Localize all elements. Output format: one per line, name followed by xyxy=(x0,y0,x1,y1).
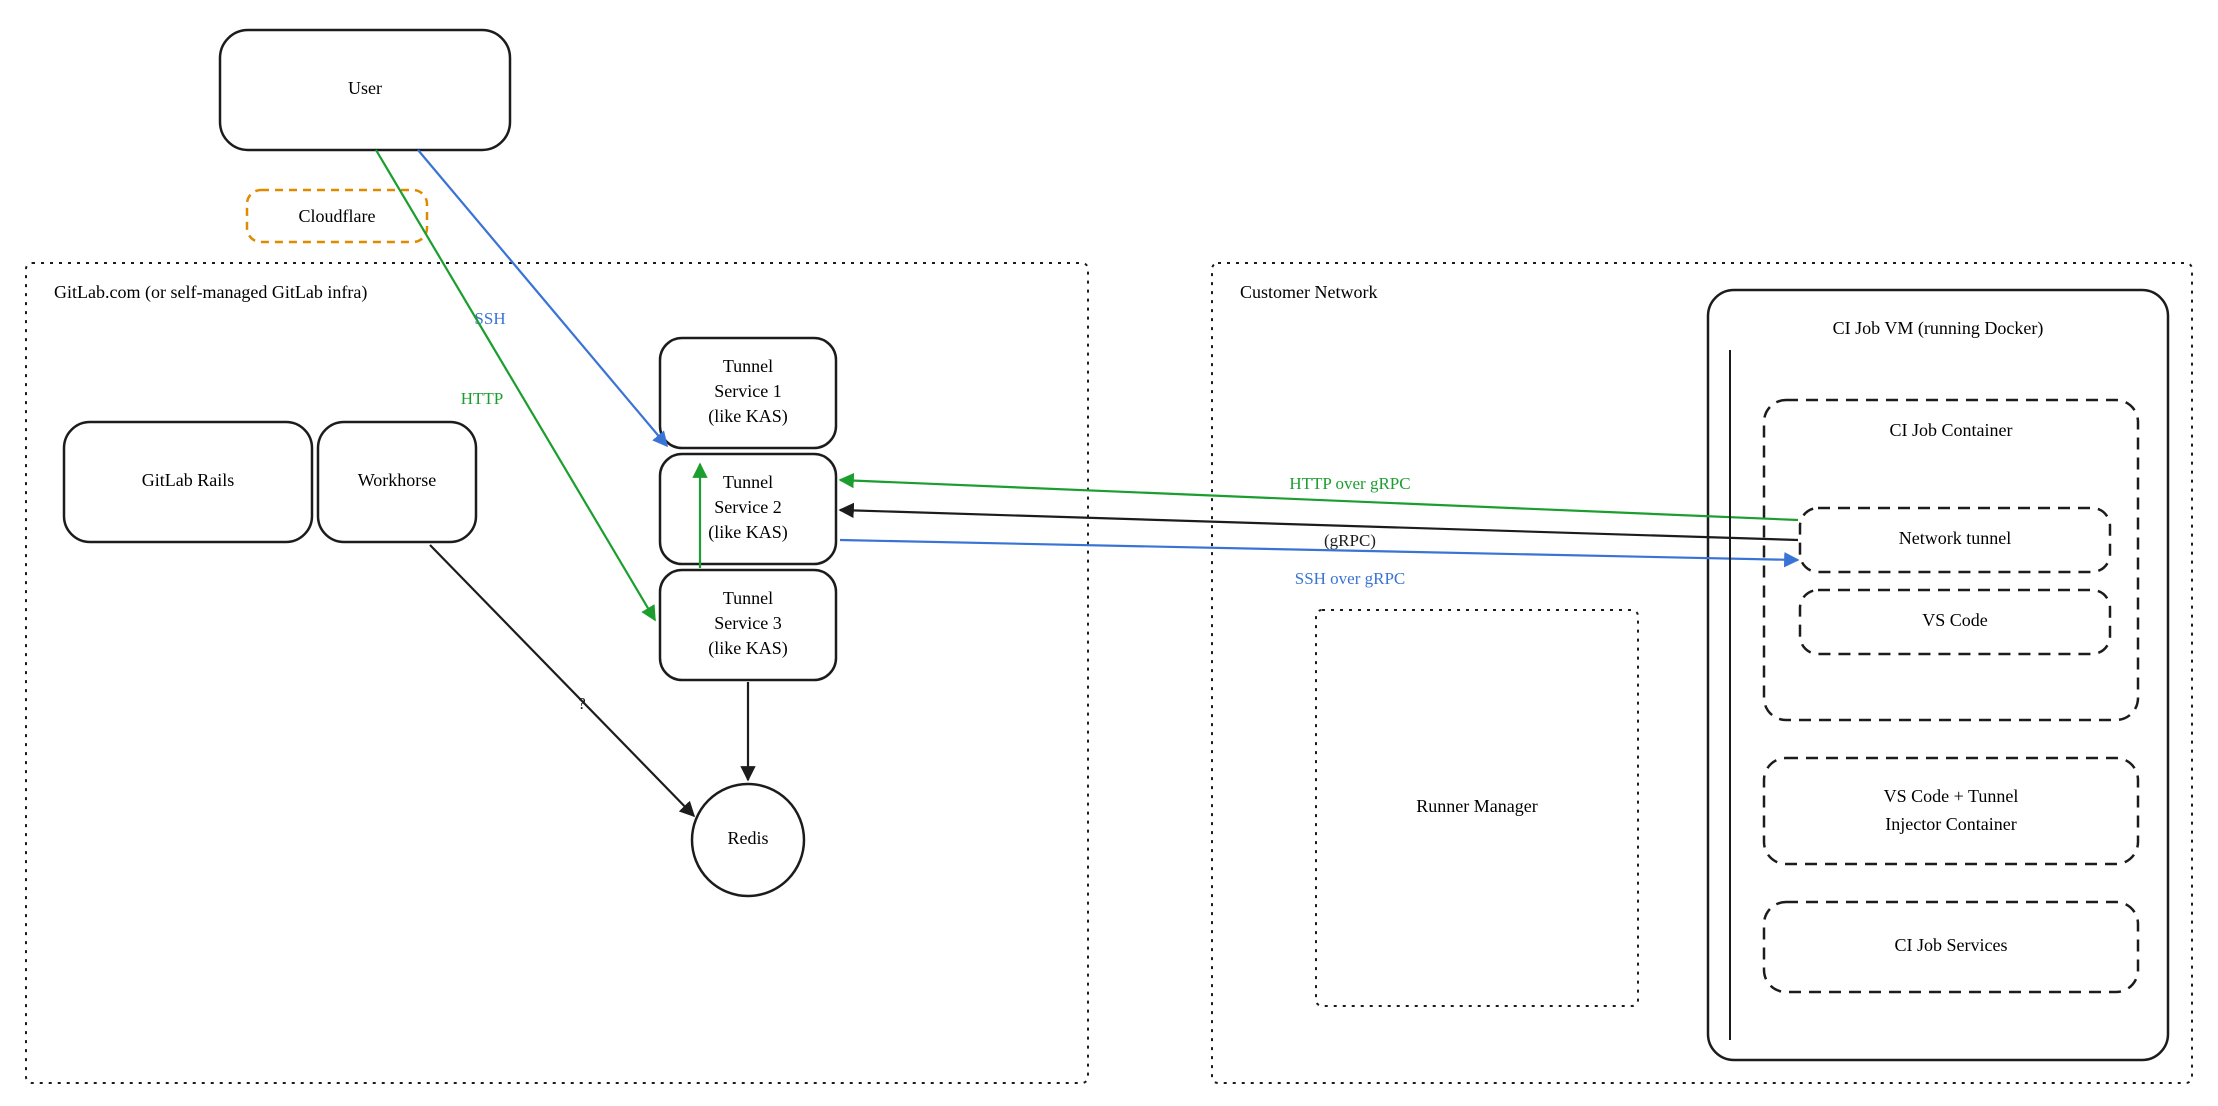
tunnel3-l3: (like KAS) xyxy=(708,638,788,659)
tunnel2-l3: (like KAS) xyxy=(708,522,788,543)
edge-grpc-label: (gRPC) xyxy=(1324,531,1376,550)
redis-label: Redis xyxy=(727,828,768,848)
edge-ssh-over-grpc xyxy=(840,540,1798,560)
edge-user-ssh-tunnel1 xyxy=(418,150,667,446)
gitlab-rails-label: GitLab Rails xyxy=(142,470,235,490)
edge-workhorse-redis xyxy=(430,545,694,816)
ci-job-container-node xyxy=(1764,400,2138,720)
injector-l2: Injector Container xyxy=(1885,814,2016,834)
user-label: User xyxy=(348,78,382,98)
tunnel1-l2: Service 1 xyxy=(714,381,781,401)
ci-job-vm-title: CI Job VM (running Docker) xyxy=(1833,318,2044,339)
injector-l1: VS Code + Tunnel xyxy=(1884,786,2019,806)
edge-http-over-grpc-label: HTTP over gRPC xyxy=(1289,474,1410,493)
gitlab-infra-title: GitLab.com (or self-managed GitLab infra… xyxy=(54,282,367,303)
injector-container-node xyxy=(1764,758,2138,864)
network-tunnel-label: Network tunnel xyxy=(1899,528,2011,548)
ci-job-services-label: CI Job Services xyxy=(1895,935,2008,955)
tunnel3-l1: Tunnel xyxy=(723,588,773,608)
tunnel1-l3: (like KAS) xyxy=(708,406,788,427)
architecture-diagram: GitLab.com (or self-managed GitLab infra… xyxy=(0,0,2218,1106)
tunnel1-l1: Tunnel xyxy=(723,356,773,376)
customer-network-title: Customer Network xyxy=(1240,282,1377,302)
tunnel3-l2: Service 3 xyxy=(714,613,781,633)
workhorse-label: Workhorse xyxy=(358,470,437,490)
edge-http-label: HTTP xyxy=(461,389,504,408)
edge-user-http-tunnel3 xyxy=(376,150,655,620)
cloudflare-label: Cloudflare xyxy=(299,206,376,226)
edge-question-label: ? xyxy=(578,694,586,713)
gitlab-infra-container xyxy=(26,263,1088,1083)
customer-network-container xyxy=(1212,263,2192,1083)
tunnel2-l2: Service 2 xyxy=(714,497,781,517)
tunnel2-l1: Tunnel xyxy=(723,472,773,492)
ci-job-container-title: CI Job Container xyxy=(1890,420,2013,440)
vs-code-label: VS Code xyxy=(1922,610,1988,630)
runner-manager-label: Runner Manager xyxy=(1416,796,1537,816)
edge-ssh-over-grpc-label: SSH over gRPC xyxy=(1295,569,1406,588)
